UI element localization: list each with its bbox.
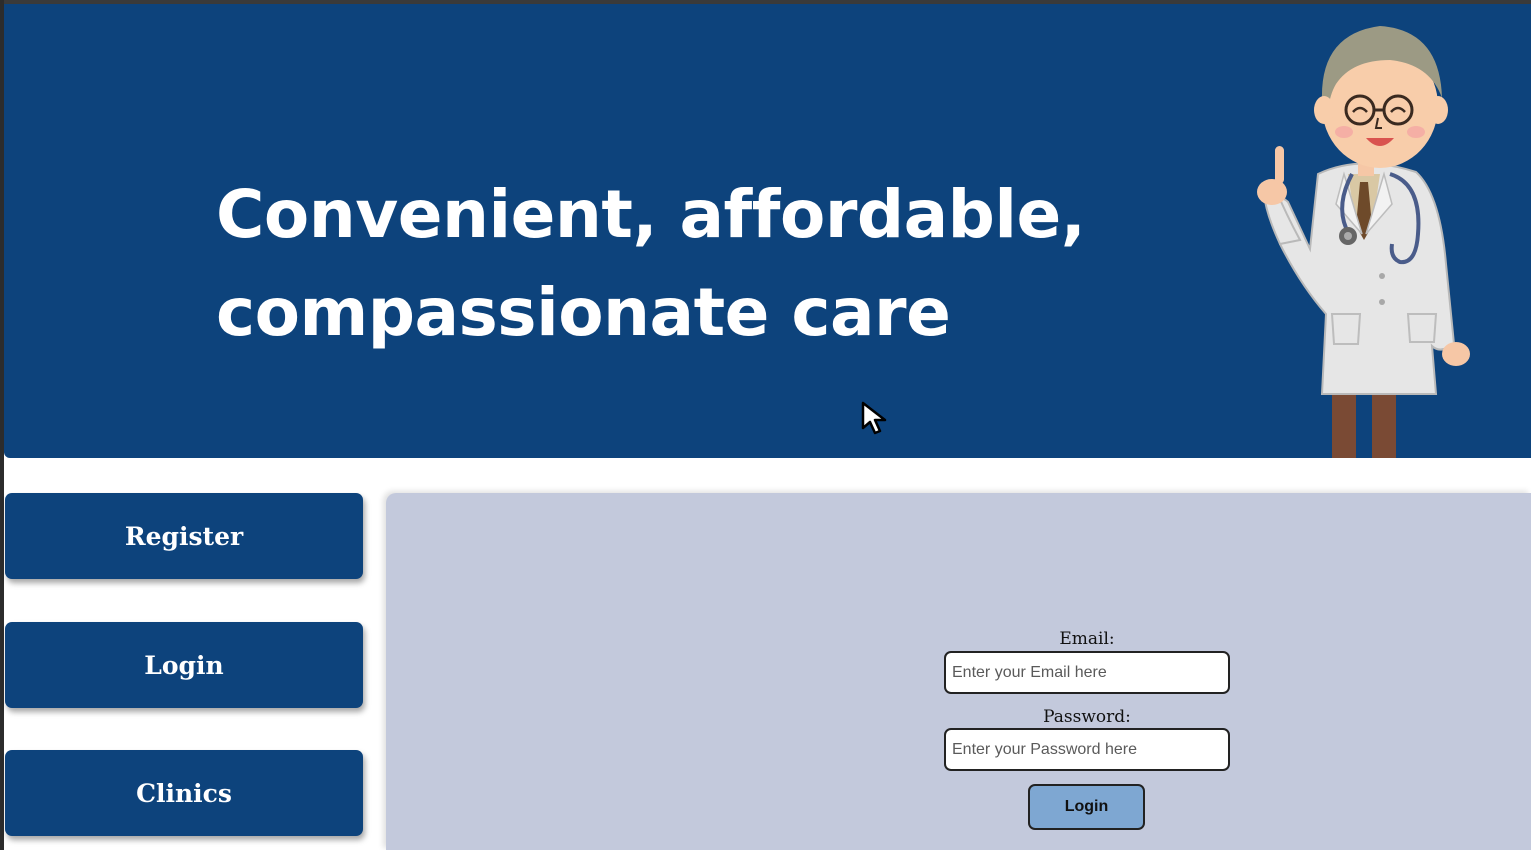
hero-headline: Convenient, affordable, compassionate ca…	[216, 166, 1086, 362]
mouse-pointer-icon	[861, 401, 887, 435]
email-input[interactable]	[944, 651, 1230, 694]
doctor-illustration	[1257, 26, 1470, 458]
clinics-button[interactable]: Clinics	[5, 750, 363, 836]
login-nav-button[interactable]: Login	[5, 622, 363, 708]
hero-banner: Convenient, affordable, compassionate ca…	[4, 4, 1531, 458]
password-input[interactable]	[944, 728, 1230, 771]
password-label: Password:	[1043, 707, 1131, 727]
hero-headline-line-2: compassionate care	[216, 274, 951, 351]
email-label: Email:	[1059, 629, 1115, 649]
login-panel: Email: Password: Login	[386, 493, 1531, 850]
login-submit-button[interactable]: Login	[1028, 784, 1145, 830]
register-button[interactable]: Register	[5, 493, 363, 579]
hero-headline-line-1: Convenient, affordable,	[216, 176, 1086, 253]
